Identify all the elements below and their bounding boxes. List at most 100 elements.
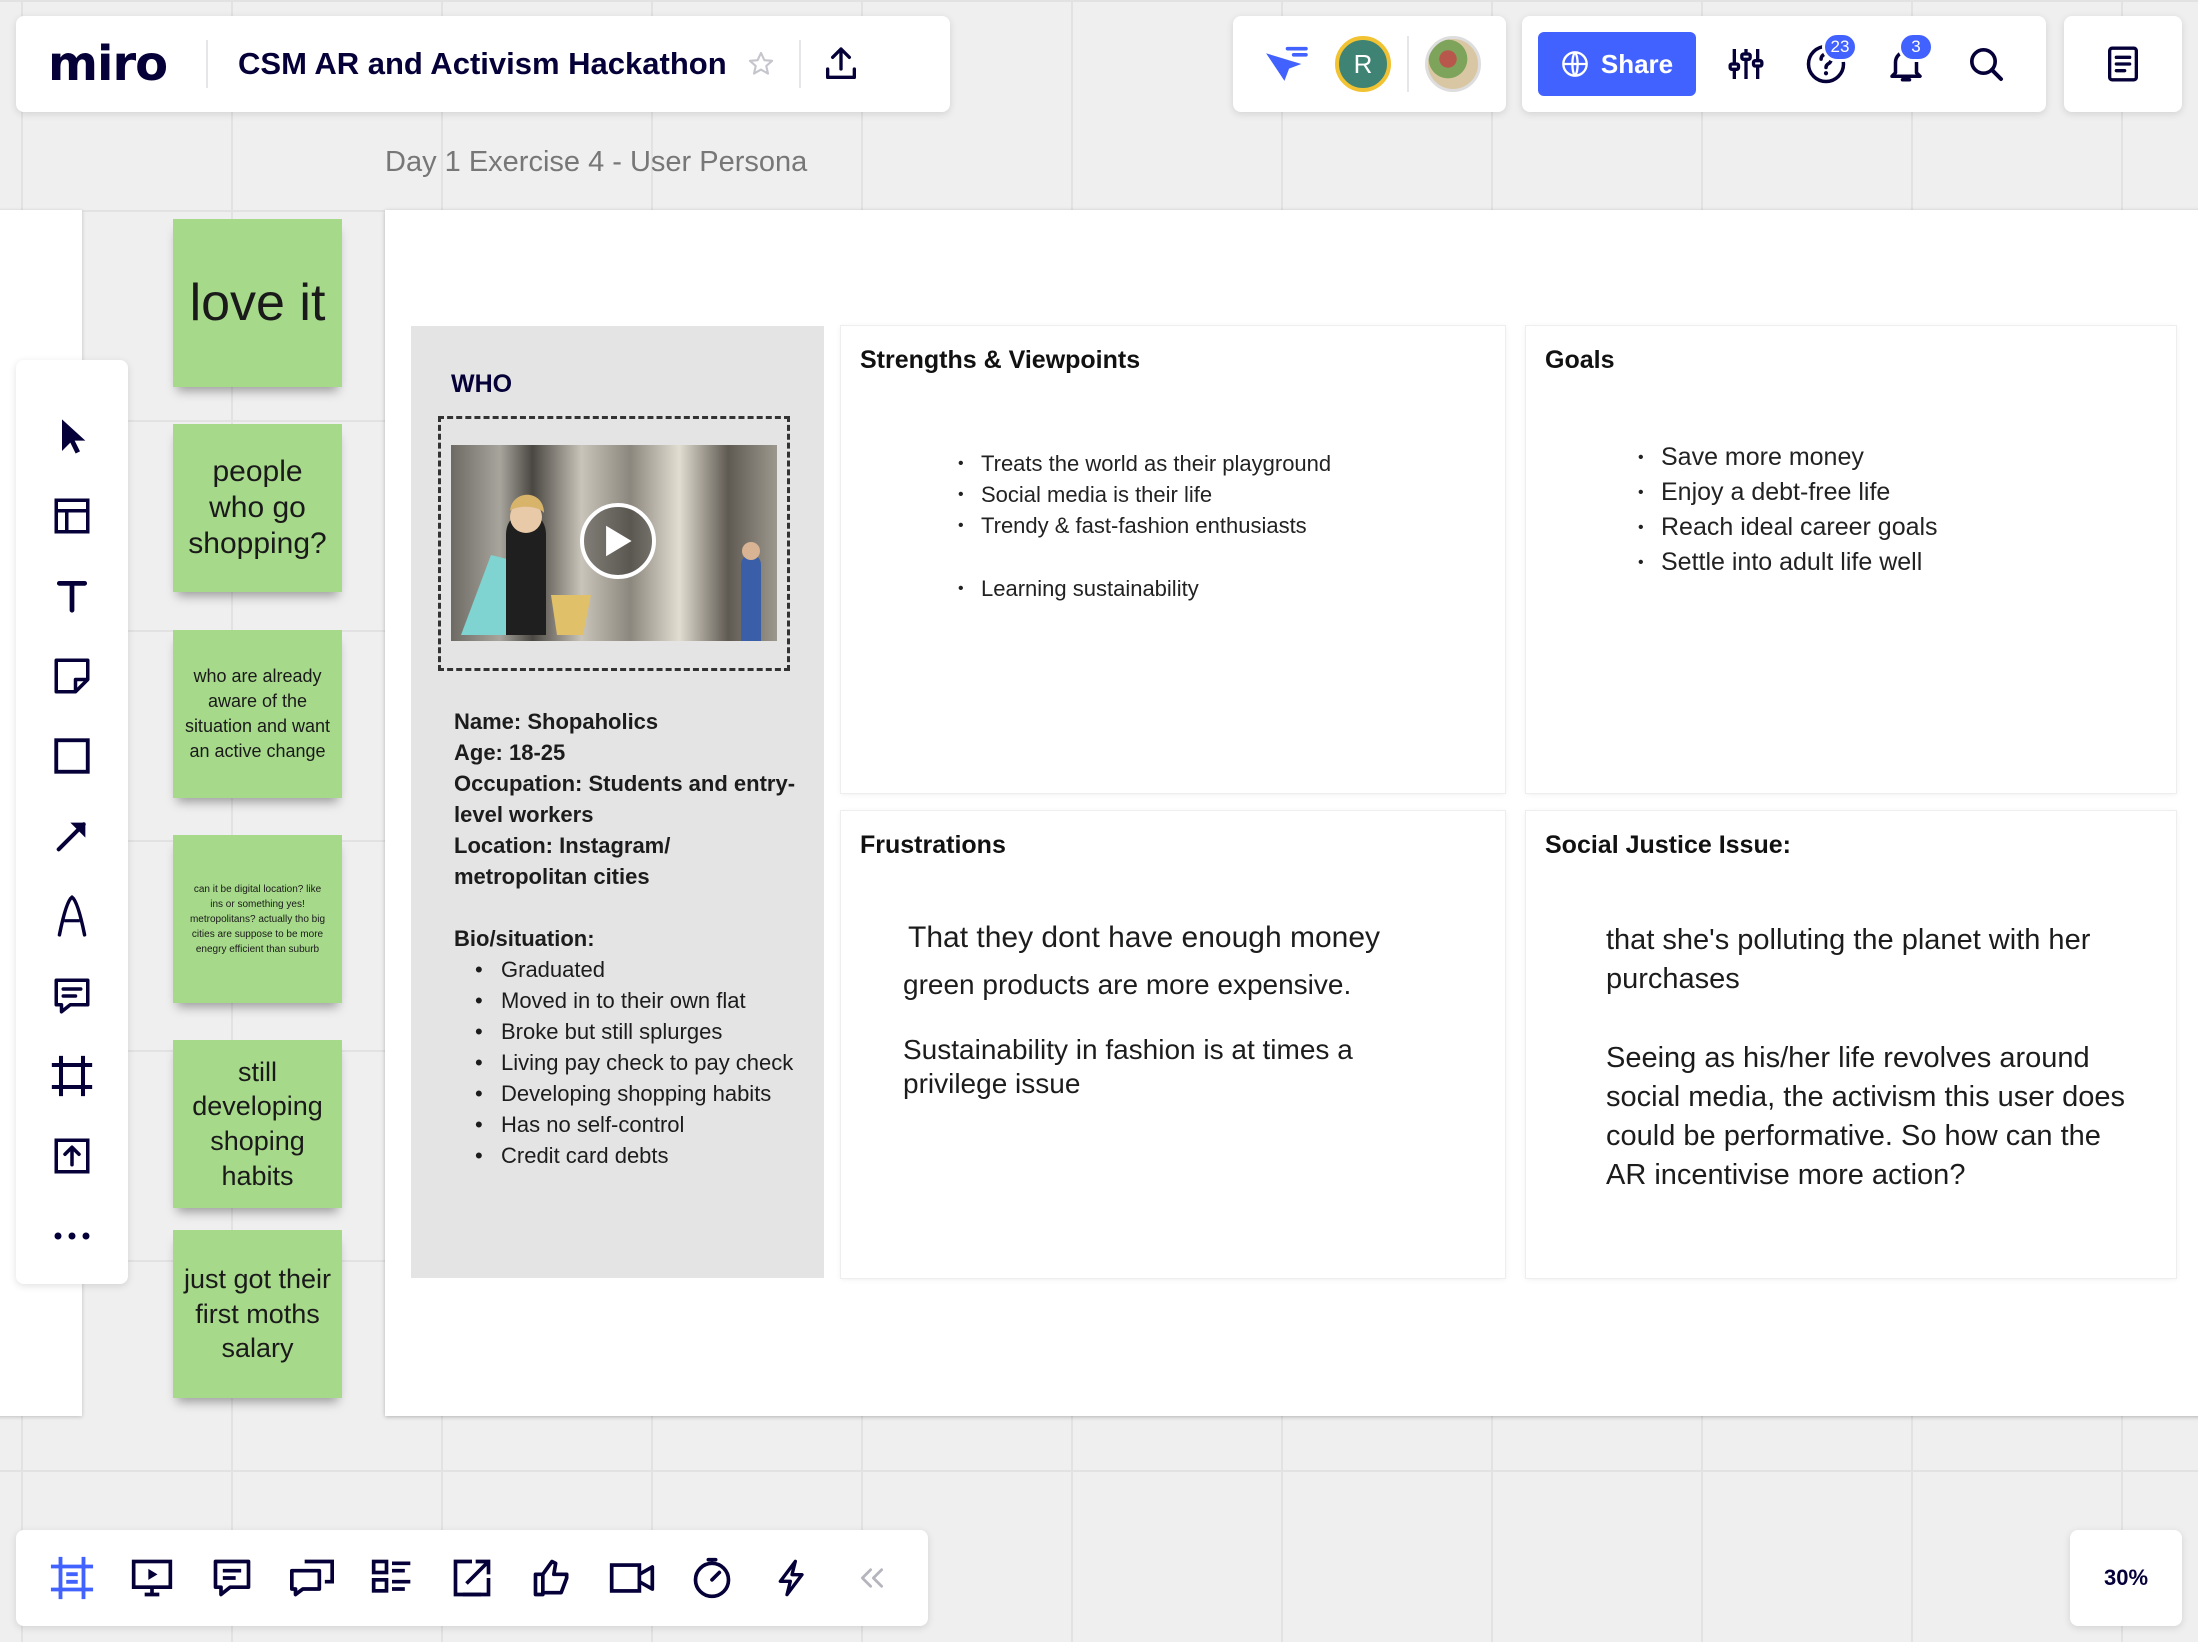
text-tool-icon[interactable]: [32, 556, 112, 636]
select-cursor-icon[interactable]: [32, 396, 112, 476]
comments-icon[interactable]: [192, 1538, 272, 1618]
sticky-text: still developing shoping habits: [192, 1056, 323, 1191]
notification-badge: 3: [1898, 32, 1934, 62]
cards-list-icon[interactable]: [352, 1538, 432, 1618]
settings-sliders-icon[interactable]: [1706, 32, 1786, 96]
frustrations-title: Frustrations: [860, 831, 1006, 859]
list-item: Settle into adult life well: [1638, 545, 1938, 580]
creation-toolbar: [16, 360, 128, 1284]
social-justice-text: Seeing as his/her life revolves around s…: [1606, 1042, 2125, 1191]
collapse-chevrons-icon[interactable]: [832, 1538, 912, 1618]
persona-occupation: Occupation: Students and entry-level wor…: [454, 771, 796, 827]
sticky-text: who are already aware of the situation a…: [184, 665, 331, 762]
sticky-note-icon[interactable]: [32, 636, 112, 716]
frustration-text: Sustainability in fashion is at times a …: [903, 1034, 1353, 1099]
social-justice-card[interactable]: Social Justice Issue: that she's polluti…: [1526, 811, 2176, 1278]
list-item: Enjoy a debt-free life: [1638, 475, 1938, 510]
sticky-note[interactable]: love it: [173, 219, 342, 387]
list-item: Trendy & fast-fashion enthusiasts: [958, 510, 1331, 541]
play-icon[interactable]: [580, 503, 656, 579]
goals-title: Goals: [1545, 346, 1615, 374]
frustrations-card[interactable]: Frustrations That they dont have enough …: [841, 811, 1505, 1278]
voting-thumbs-up-icon[interactable]: [512, 1538, 592, 1618]
list-item: Living pay check to pay check: [454, 1047, 804, 1078]
sticky-note[interactable]: who are already aware of the situation a…: [173, 630, 342, 798]
frustration-text: green products are more expensive.: [903, 969, 1352, 1000]
list-item: Broke but still splurges: [454, 1016, 804, 1047]
upload-icon[interactable]: [32, 1116, 112, 1196]
export-icon[interactable]: [801, 44, 881, 84]
chat-icon[interactable]: [272, 1538, 352, 1618]
persona-location: Location: Instagram/ metropolitan cities: [454, 833, 671, 889]
sticky-note[interactable]: can it be digital location? like ins or …: [173, 835, 342, 1003]
sticky-note[interactable]: still developing shoping habits: [173, 1040, 342, 1208]
avatar[interactable]: R: [1335, 36, 1391, 92]
who-title: WHO: [451, 370, 513, 398]
frame-label[interactable]: Day 1 Exercise 4 - User Persona: [385, 146, 807, 179]
star-icon[interactable]: [747, 50, 777, 78]
avatar-photo[interactable]: [1425, 36, 1481, 92]
list-item: Developing shopping habits: [454, 1078, 804, 1109]
shape-rectangle-icon[interactable]: [32, 716, 112, 796]
pen-icon[interactable]: [32, 876, 112, 956]
bio-list: Graduated Moved in to their own flat Bro…: [454, 954, 804, 1171]
social-justice-title: Social Justice Issue:: [1545, 831, 1791, 859]
miro-logo[interactable]: miro: [16, 36, 206, 92]
more-tools-icon[interactable]: [32, 1196, 112, 1276]
goals-card[interactable]: Goals Save more money Enjoy a debt-free …: [1526, 326, 2176, 793]
sticky-note[interactable]: people who go shopping?: [173, 424, 342, 592]
goals-list: Save more money Enjoy a debt-free life R…: [1638, 440, 1938, 580]
list-item: Reach ideal career goals: [1638, 510, 1938, 545]
share-button[interactable]: Share: [1538, 32, 1696, 96]
help-badge: 23: [1822, 32, 1858, 62]
cursor-follow-icon[interactable]: [1263, 44, 1309, 84]
connection-line-icon[interactable]: [32, 796, 112, 876]
sticky-text: just got their first moths salary: [183, 1264, 332, 1364]
list-item: Social media is their life: [958, 479, 1331, 510]
board-notes-icon[interactable]: [2064, 16, 2182, 112]
search-icon[interactable]: [1946, 32, 2026, 96]
integrations-bolt-icon[interactable]: [752, 1538, 832, 1618]
presentation-icon[interactable]: [112, 1538, 192, 1618]
bottom-toolbar: [16, 1530, 928, 1626]
comment-icon[interactable]: [32, 956, 112, 1036]
persona-details: Name: Shopaholics Age: 18-25 Occupation:…: [454, 706, 804, 1171]
list-item: Learning sustainability: [958, 573, 1331, 604]
board-title[interactable]: CSM AR and Activism Hackathon: [208, 46, 747, 82]
persona-age: Age: 18-25: [454, 740, 566, 765]
sticky-text: love it: [189, 273, 326, 332]
who-card[interactable]: WHO Name: Shopaholics Age: 18-25 Occupat…: [411, 326, 824, 1278]
globe-icon: [1562, 51, 1588, 77]
collaborators-panel: R: [1233, 16, 1506, 112]
notifications-bell-icon[interactable]: 3: [1866, 32, 1946, 96]
share-label: Share: [1600, 48, 1674, 79]
timer-icon[interactable]: [672, 1538, 752, 1618]
list-item: Save more money: [1638, 440, 1938, 475]
frustration-text: That they dont have enough money: [908, 921, 1381, 954]
screen-share-icon[interactable]: [432, 1538, 512, 1618]
frame-icon[interactable]: [32, 1036, 112, 1116]
strengths-card[interactable]: Strengths & Viewpoints Treats the world …: [841, 326, 1505, 793]
board-tools: Share 23 3: [1522, 16, 2046, 112]
zoom-level[interactable]: 30%: [2070, 1530, 2182, 1626]
video-call-icon[interactable]: [592, 1538, 672, 1618]
video-embed-frame[interactable]: [438, 416, 790, 671]
frames-icon[interactable]: [32, 1538, 112, 1618]
list-item: Has no self-control: [454, 1109, 804, 1140]
persona-name: Name: Shopaholics: [454, 709, 659, 734]
video-thumbnail[interactable]: [451, 445, 777, 641]
list-item: Treats the world as their playground: [958, 448, 1331, 479]
social-justice-text: that she's polluting the planet with her…: [1606, 924, 2091, 995]
divider: [1407, 36, 1409, 92]
strengths-list: Treats the world as their playground Soc…: [958, 448, 1331, 604]
list-item: Credit card debts: [454, 1140, 804, 1171]
sticky-text: people who go shopping?: [188, 455, 327, 560]
list-item: Graduated: [454, 954, 804, 985]
templates-icon[interactable]: [32, 476, 112, 556]
sticky-note[interactable]: just got their first moths salary: [173, 1230, 342, 1398]
bio-title: Bio/situation:: [454, 926, 595, 951]
sticky-text: can it be digital location? like ins or …: [189, 883, 326, 955]
list-item: Moved in to their own flat: [454, 985, 804, 1016]
board-header: miro CSM AR and Activism Hackathon: [16, 16, 950, 112]
help-icon[interactable]: 23: [1786, 32, 1866, 96]
